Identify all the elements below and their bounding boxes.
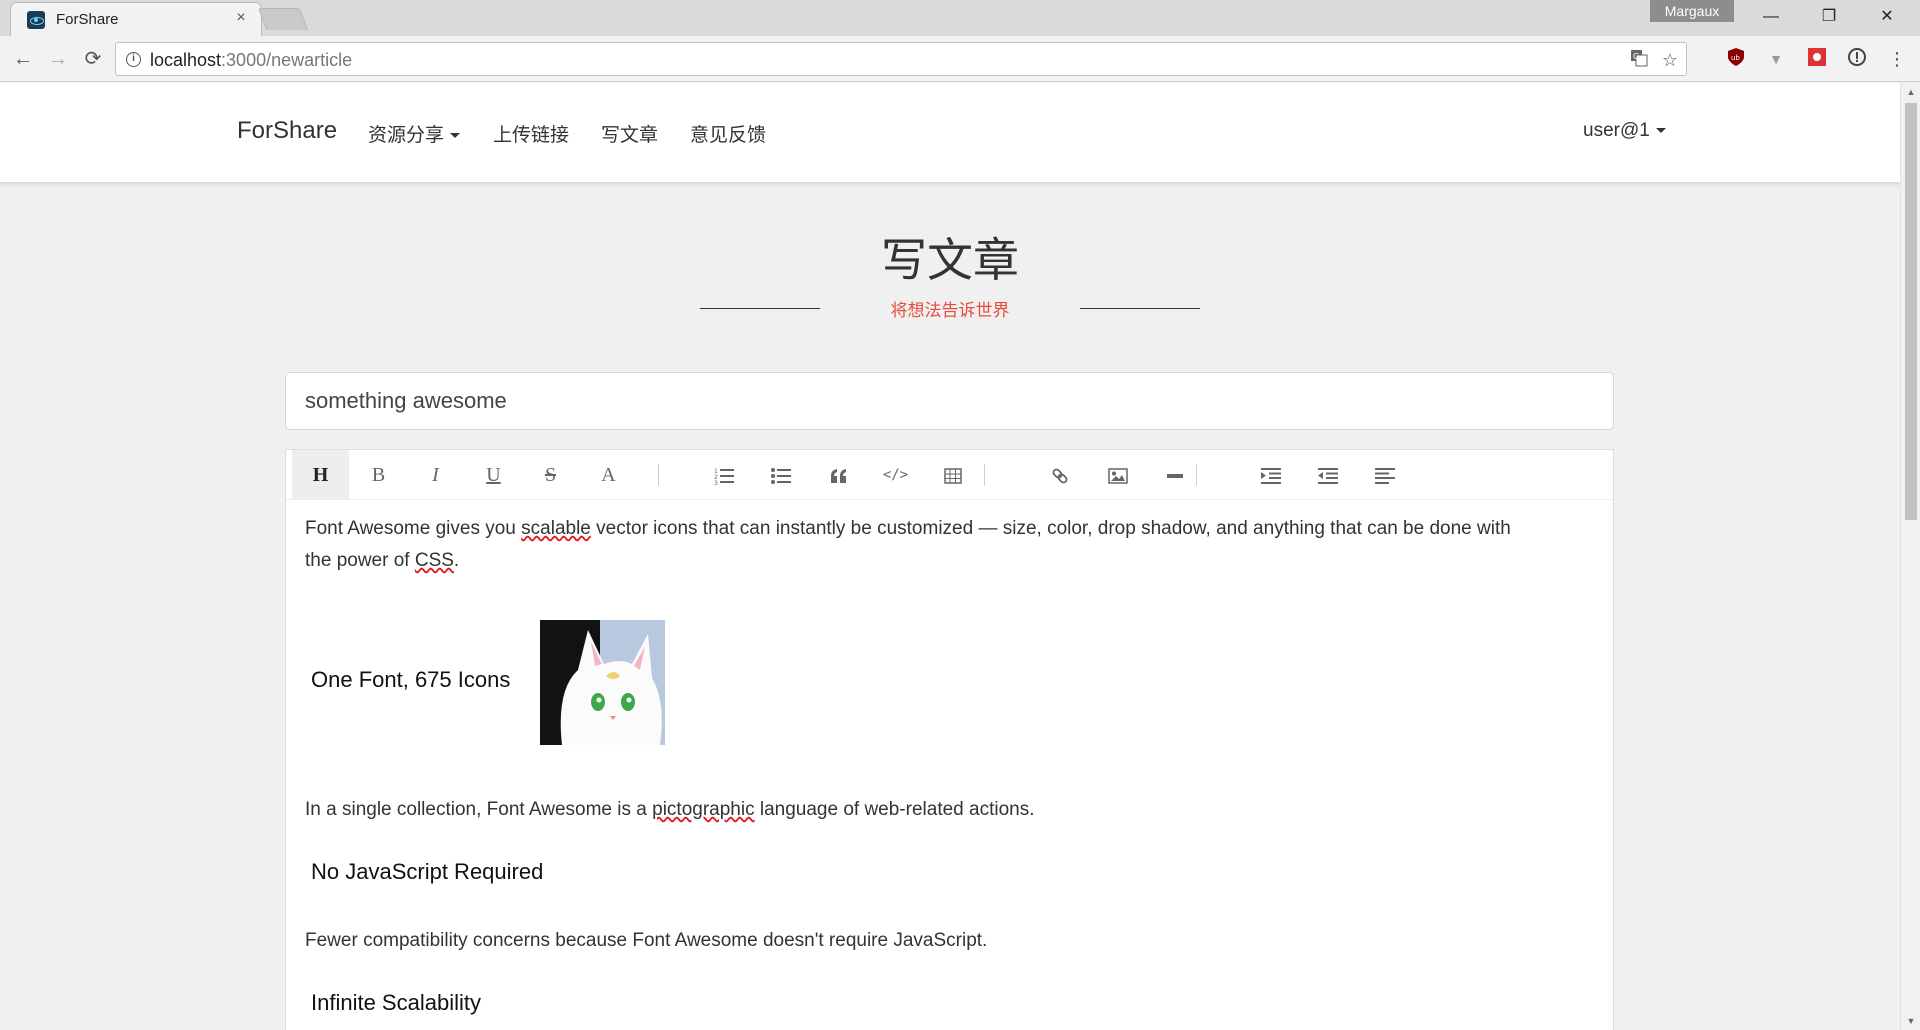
font-color-button[interactable]: A	[580, 450, 637, 500]
article-title-input[interactable]	[285, 372, 1614, 430]
tab-close-icon[interactable]: ×	[231, 8, 251, 28]
caret-down-icon	[450, 133, 461, 139]
caret-down-icon	[1655, 128, 1666, 134]
svg-text:ub: ub	[1731, 54, 1740, 62]
browser-tab-strip: ForShare × Margaux — ❐ ✕	[0, 0, 1920, 36]
scroll-down-icon[interactable]: ▼	[1901, 1012, 1920, 1030]
page-subtitle: 将想法告诉世界	[890, 301, 1010, 320]
profile-badge[interactable]: Margaux	[1650, 0, 1734, 22]
indent-icon[interactable]	[1242, 450, 1299, 500]
back-icon[interactable]: ←	[10, 46, 36, 72]
svg-text:G: G	[1633, 52, 1639, 61]
nav-resources-dropdown[interactable]: 资源分享	[368, 120, 461, 147]
translate-icon[interactable]: G	[1628, 49, 1650, 71]
site-brand[interactable]: ForShare	[237, 117, 337, 145]
divider-right	[1080, 308, 1200, 309]
scroll-up-icon[interactable]: ▲	[1901, 83, 1920, 101]
ordered-list-icon[interactable]: 123	[695, 450, 752, 500]
address-bar[interactable]: i localhost:3000/newarticle G ☆	[115, 42, 1687, 76]
toolbar-separator	[658, 464, 659, 486]
new-tab-button[interactable]	[257, 8, 309, 30]
page-scrollbar[interactable]: ▲ ▼	[1900, 83, 1920, 1030]
link-icon[interactable]	[1031, 450, 1088, 500]
cat-image[interactable]	[540, 620, 665, 745]
extension-info-icon[interactable]	[1845, 47, 1869, 71]
bookmark-star-icon[interactable]: ☆	[1659, 49, 1681, 71]
code-icon[interactable]: </>	[867, 450, 924, 500]
bold-button[interactable]: B	[350, 450, 407, 500]
underline-button[interactable]: U	[465, 450, 522, 500]
toolbar-separator	[1196, 464, 1197, 486]
blockquote-icon[interactable]	[810, 450, 867, 500]
editor-toolbar: H B I U S A 123 </>	[286, 450, 1613, 500]
scroll-thumb[interactable]	[1905, 103, 1917, 520]
strikethrough-button[interactable]: S	[522, 450, 579, 500]
heading: No JavaScript Required	[311, 859, 544, 884]
toolbar-separator	[984, 464, 985, 486]
info-icon[interactable]: i	[126, 52, 141, 67]
react-favicon-icon	[27, 11, 45, 29]
horizontal-rule-icon[interactable]	[1146, 450, 1203, 500]
reload-icon[interactable]: ⟳	[80, 46, 106, 72]
nav-write-article[interactable]: 写文章	[601, 120, 658, 147]
url-text[interactable]: localhost:3000/newarticle	[150, 50, 352, 71]
image-icon[interactable]	[1089, 450, 1146, 500]
nav-upload-link[interactable]: 上传链接	[493, 120, 569, 147]
forward-icon[interactable]: →	[45, 46, 71, 72]
nav-feedback[interactable]: 意见反馈	[690, 120, 766, 147]
vue-devtools-icon[interactable]: ▼	[1764, 47, 1788, 71]
page-viewport: ForShare 资源分享 上传链接 写文章 意见反馈 user@1 写文章 将…	[0, 83, 1900, 1030]
minimize-icon[interactable]: —	[1748, 0, 1794, 34]
italic-button[interactable]: I	[407, 450, 464, 500]
page-title: 写文章	[881, 234, 1019, 286]
table-icon[interactable]	[924, 450, 981, 500]
tab-title: ForShare	[56, 11, 119, 28]
heading-button[interactable]: H	[292, 450, 349, 500]
user-menu-dropdown[interactable]: user@1	[1583, 120, 1666, 142]
paragraph: Font Awesome gives you scalable vector i…	[305, 518, 1511, 571]
chrome-menu-icon[interactable]: ⋮	[1885, 47, 1909, 71]
outdent-icon[interactable]	[1299, 450, 1356, 500]
bullet-list-icon[interactable]	[752, 450, 809, 500]
heading: One Font, 675 Icons	[311, 667, 511, 692]
browser-tab[interactable]: ForShare ×	[10, 2, 262, 36]
rich-text-editor[interactable]: H B I U S A 123 </> Font Awesome gives y…	[285, 449, 1614, 1030]
heading: Infinite Scalability	[311, 990, 481, 1015]
svg-text:3: 3	[714, 480, 718, 485]
site-navbar: ForShare 资源分享 上传链接 写文章 意见反馈 user@1	[0, 83, 1900, 182]
paragraph: Fewer compatibility concerns because Fon…	[305, 930, 988, 951]
window-close-icon[interactable]: ✕	[1864, 0, 1910, 34]
browser-toolbar: ← → ⟳ i localhost:3000/newarticle G ☆ ub…	[0, 36, 1920, 82]
align-left-icon[interactable]	[1356, 450, 1413, 500]
restore-icon[interactable]: ❐	[1806, 0, 1852, 34]
extension-red-icon[interactable]	[1805, 47, 1829, 71]
ublock-icon[interactable]: ub	[1724, 47, 1748, 71]
paragraph: In a single collection, Font Awesome is …	[305, 799, 1035, 820]
